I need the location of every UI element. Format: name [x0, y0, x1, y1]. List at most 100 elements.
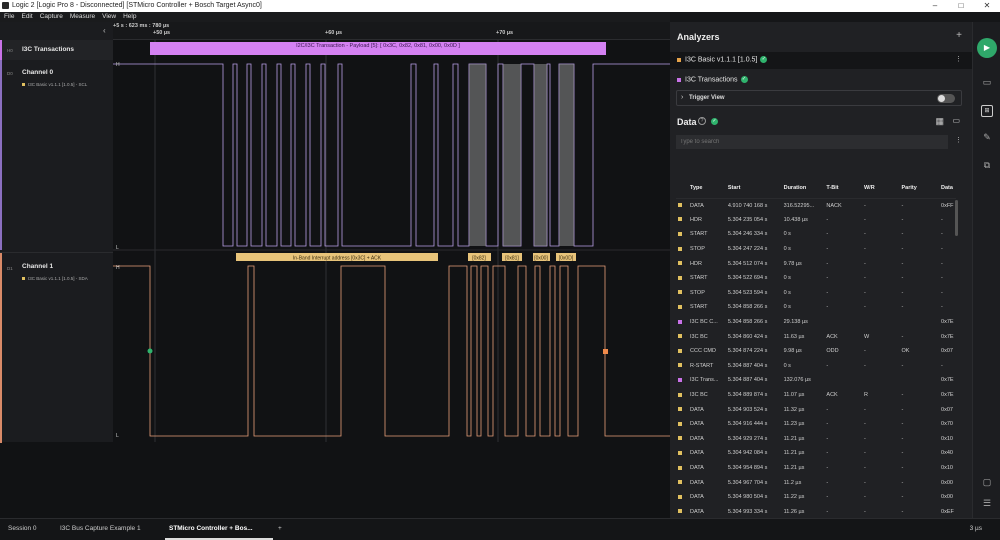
side-toolbar: ▶ ▭ ⊞ ✎ ⧉ ▢ ☰	[972, 22, 1000, 518]
table-row[interactable]: I3C BC 5.304 889 874 s 11.07 µs ACK R - 0x7E	[676, 388, 956, 403]
analyzer-icon[interactable]: ⊞	[981, 105, 993, 117]
table-row[interactable]: I3C Trans... 5.304 887 404 s 132.076 µs 0x7…	[676, 373, 956, 388]
menu-measure[interactable]: Measure	[70, 12, 95, 22]
trigger-view-row[interactable]: › Trigger View	[676, 90, 962, 106]
table-row[interactable]: DATA 5.304 993 334 s 11.26 µs - - - 0xEF	[676, 504, 956, 519]
extensions-icon[interactable]: ⧉	[981, 160, 993, 172]
table-cell: -	[941, 304, 943, 311]
table-row[interactable]: STOP 5.304 523 594 s 0 s - - - -	[676, 286, 956, 301]
window-title: Logic 2 [Logic Pro 8 - Disconnected] [ST…	[12, 2, 262, 9]
start-capture-button[interactable]: ▶	[977, 38, 997, 58]
minimize-button[interactable]: –	[922, 0, 948, 12]
column-header[interactable]: Duration	[779, 178, 823, 199]
channel-row-1[interactable]: D1 Channel 1 I3C Basic v1.1.1 [1.0.5] - …	[0, 252, 113, 443]
table-row[interactable]: CCC CMD 5.304 874 224 s 9.98 µs ODD - OK 0x07	[676, 344, 956, 359]
chat-icon[interactable]: ▢	[981, 477, 993, 489]
column-header[interactable]: Parity	[897, 178, 938, 199]
table-cell: 5.304 858 266 s	[727, 319, 768, 326]
menu-edit[interactable]: Edit	[21, 12, 32, 22]
table-row[interactable]: DATA 5.304 954 894 s 11.21 µs - - - 0x10	[676, 461, 956, 476]
add-analyzer-icon[interactable]: +	[956, 30, 962, 41]
row-color-dot	[676, 504, 686, 519]
collapse-icon[interactable]: ‹	[103, 26, 106, 35]
table-header: Type Start Duration T-Bit W/R Parity Dat…	[676, 178, 956, 199]
tab-session-0[interactable]: Session 0	[8, 525, 37, 532]
menu-capture[interactable]: Capture	[40, 12, 63, 22]
table-row[interactable]: START 5.304 858 266 s 0 s - - - -	[676, 300, 956, 315]
more-icon[interactable]: ⋮	[955, 55, 962, 63]
measure-icon[interactable]: ✎	[981, 132, 993, 144]
svg-text:H: H	[116, 62, 120, 68]
help-icon[interactable]: ?	[698, 117, 706, 125]
time-ruler[interactable]: +5 s : 623 ms : 780 µs +50 µs +60 µs +70…	[113, 22, 670, 40]
tab-stmicro-session[interactable]: STMicro Controller + Bos...	[169, 525, 253, 532]
table-row[interactable]: DATA 5.304 916 444 s 11.23 µs - - - 0x70	[676, 417, 956, 432]
table-cell: STOP	[690, 246, 705, 253]
maximize-button[interactable]: □	[948, 0, 974, 12]
table-cell: -	[901, 464, 904, 471]
table-cell: -	[826, 289, 829, 296]
analyzer-item-i3c-basic[interactable]: I3C Basic v1.1.1 [1.0.5] ✓ ⋮	[670, 52, 972, 69]
table-row[interactable]: HDR 5.304 235 054 s 10.438 µs - - - -	[676, 213, 956, 228]
column-header[interactable]: W/R	[859, 178, 898, 199]
table-cell: -	[941, 216, 943, 223]
add-tab-icon[interactable]: +	[278, 525, 282, 532]
table-cell: START	[690, 304, 708, 311]
table-row[interactable]: I3C BC C... 5.304 858 266 s 29.138 µs 0x7E	[676, 315, 956, 330]
search-input[interactable]	[676, 135, 948, 149]
device-icon[interactable]: ▭	[981, 77, 993, 89]
channel-analyzer-label: I3C Basic v1.1.1 [1.0.5] - SCL	[22, 82, 87, 87]
table-cell: START	[690, 275, 708, 282]
table-cell: -	[901, 362, 904, 369]
table-cell: -	[901, 479, 904, 486]
table-cell: -	[901, 304, 904, 311]
data-table: Type Start Duration T-Bit W/R Parity Dat…	[676, 178, 956, 534]
table-cell: -	[863, 304, 866, 311]
table-cell: 0x00	[941, 479, 953, 486]
row-color-dot	[676, 402, 686, 417]
menu-view[interactable]: View	[102, 12, 116, 22]
table-row[interactable]: DATA 5.304 942 084 s 11.21 µs - - - 0x40	[676, 446, 956, 461]
terminal-view-icon[interactable]: ▭	[952, 116, 960, 125]
tab-i3c-example[interactable]: I3C Bus Capture Example 1	[60, 525, 141, 532]
table-cell: 5.304 247 224 s	[727, 246, 768, 253]
menu-help[interactable]: Help	[123, 12, 136, 22]
close-button[interactable]: ✕	[974, 0, 1000, 12]
table-row[interactable]: HDR 5.304 512 074 s 9.78 µs - - - -	[676, 256, 956, 271]
analyzer-item-i3c-transactions[interactable]: I3C Transactions ✓	[670, 72, 972, 89]
trigger-toggle[interactable]	[937, 94, 955, 103]
signal-traces[interactable]: H L In-Band Interrupt address [0x3C] + A…	[113, 40, 670, 442]
column-header[interactable]: Start	[723, 178, 780, 199]
table-cell: 5.304 889 874 s	[727, 392, 768, 399]
table-cell: 0x7E	[941, 377, 954, 384]
table-row[interactable]: DATA 5.304 980 504 s 11.22 µs - - - 0x00	[676, 490, 956, 505]
table-row[interactable]: DATA 4.910 740 168 s 316.52295... NACK - - 0xF…	[676, 198, 956, 213]
channel-color-bar	[0, 60, 2, 250]
column-header[interactable]: Data	[937, 178, 956, 199]
table-row[interactable]: START 5.304 246 334 s 0 s - - - -	[676, 227, 956, 242]
menu-icon[interactable]: ☰	[981, 498, 993, 510]
channel-id: D0	[7, 71, 13, 76]
row-color-dot	[676, 227, 686, 242]
table-row[interactable]: I3C BC 5.304 860 424 s 11.63 µs ACK W - 0x7E	[676, 329, 956, 344]
table-cell: 0x7E	[941, 333, 954, 340]
table-view-icon[interactable]: ▦	[935, 116, 944, 127]
table-row[interactable]: DATA 5.304 967 704 s 11.2 µs - - - 0x00	[676, 475, 956, 490]
table-row[interactable]: START 5.304 522 694 s 0 s - - - -	[676, 271, 956, 286]
channel-row-i3c[interactable]: H0 I3C Transactions	[0, 40, 113, 60]
table-cell: 5.304 929 274 s	[727, 435, 768, 442]
table-row[interactable]: DATA 5.304 929 274 s 11.21 µs - - - 0x10	[676, 432, 956, 447]
table-cell: -	[863, 464, 866, 471]
table-row[interactable]: R-START 5.304 887 404 s 0 s - - - -	[676, 359, 956, 374]
table-cell: -	[863, 246, 866, 253]
column-header[interactable]: T-Bit	[822, 178, 860, 199]
table-row[interactable]: STOP 5.304 247 224 s 0 s - - - -	[676, 242, 956, 257]
session-tabs: Session 0 I3C Bus Capture Example 1 STMi…	[0, 518, 1000, 540]
menu-file[interactable]: File	[4, 12, 14, 22]
more-icon[interactable]: ⋮	[955, 136, 962, 144]
column-header[interactable]: Type	[686, 178, 724, 199]
row-color-dot	[676, 388, 686, 403]
channel-row-0[interactable]: D0 Channel 0 I3C Basic v1.1.1 [1.0.5] - …	[0, 60, 113, 250]
table-scrollbar[interactable]	[955, 200, 958, 236]
table-row[interactable]: DATA 5.304 903 524 s 11.32 µs - - - 0x07	[676, 402, 956, 417]
